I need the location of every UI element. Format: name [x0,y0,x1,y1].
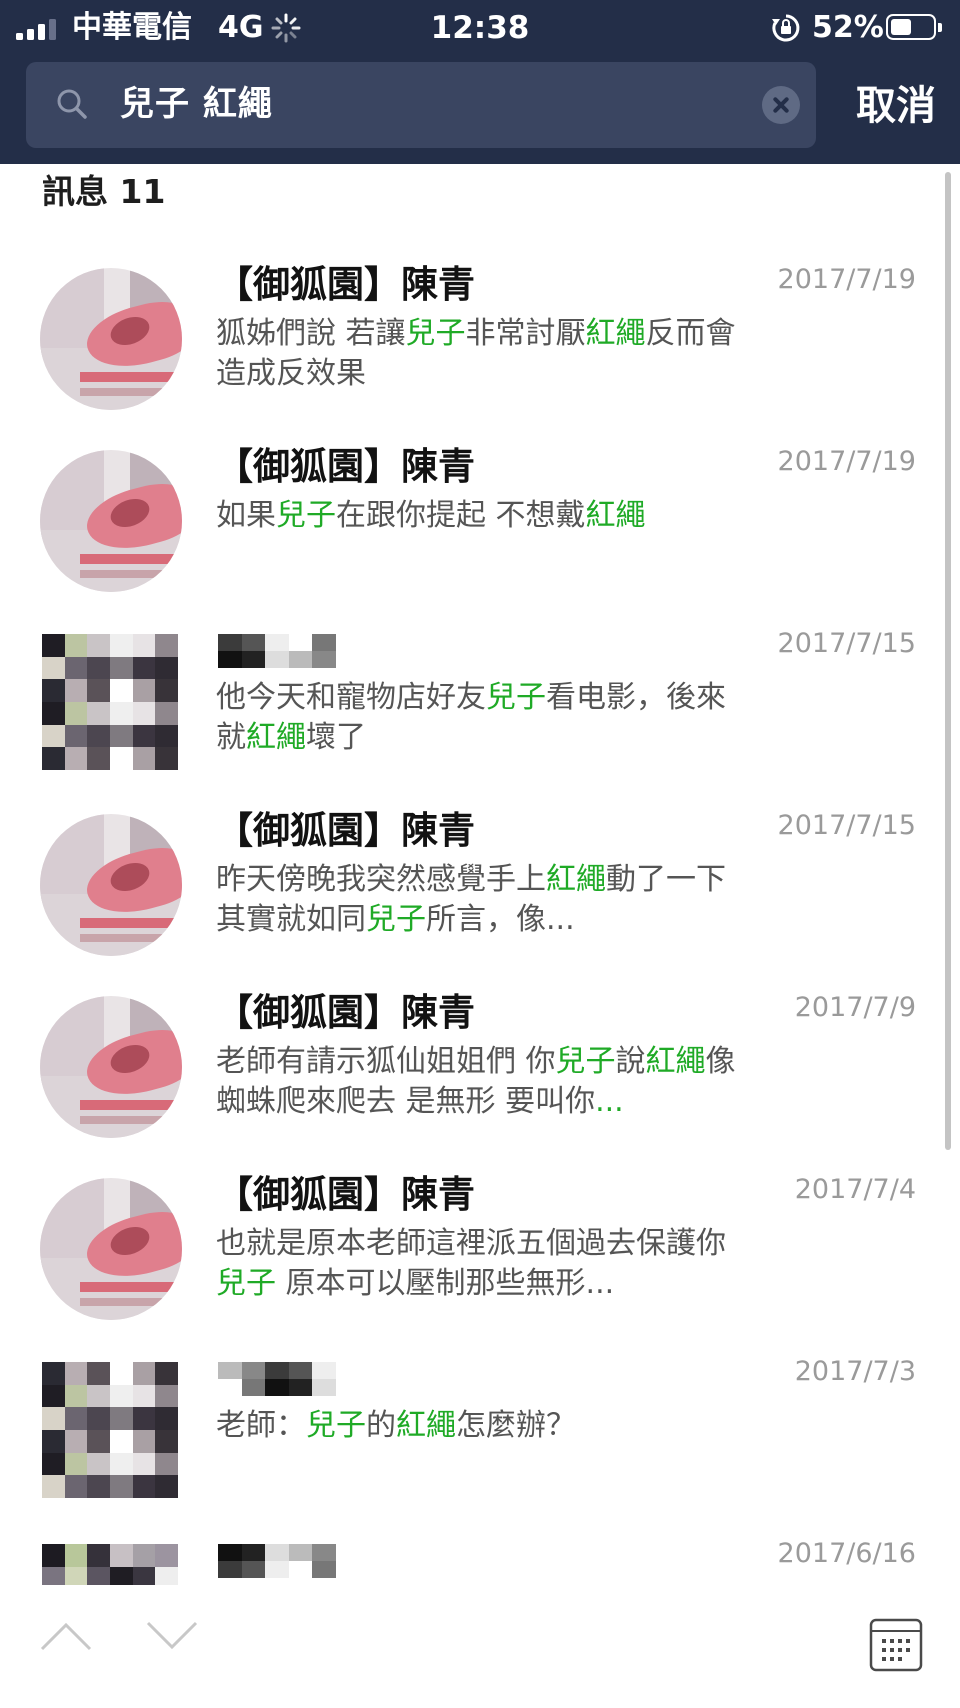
preview-text: 也就是原本老師這裡派五個過去保護你 [216,1226,726,1261]
sender-name: 【御狐園】陳青 [216,809,475,852]
keyword-highlight: 紅繩 [585,498,646,533]
preview-text: 原本可以壓制那些無形... [276,1266,615,1301]
preview-text: 非常討厭 [465,316,586,351]
search-query[interactable]: 兒子 紅繩 [120,80,273,128]
keyword-highlight: 兒子 [366,902,426,937]
avatar[interactable] [40,996,182,1138]
keyword-highlight: 兒子 [276,498,336,533]
avatar[interactable] [40,268,182,410]
battery-icon [886,14,942,40]
message-date: 2017/6/16 [777,1538,916,1569]
message-date: 2017/7/15 [777,810,916,841]
preview-text: 的 [366,1408,396,1443]
preview-text: 昨天傍晚我突然感覺手上 [216,862,546,897]
preview-text: 怎麼辦？ [456,1408,576,1443]
preview-text: 狐姊們說 若讓 [216,316,406,351]
top-bar: 中華電信 4G 12:38 52% 兒子 紅繩 取消 [0,0,960,164]
avatar[interactable] [42,1544,178,1585]
message-preview: 也就是原本老師這裡派五個過去保護你兒子 原本可以壓制那些無形... [216,1224,746,1304]
message-preview: 他今天和寵物店好友兒子看电影，後來就紅繩壞了 [216,678,746,758]
avatar[interactable] [40,814,182,956]
message-result-item[interactable]: 【御狐園】陳青 2017/7/19 如果兒子在跟你提起 不想戴紅繩 [0,422,940,604]
keyword-highlight: 紅繩 [246,720,306,755]
preview-text: 說 [615,1044,646,1079]
scrollbar[interactable] [945,172,951,1150]
message-preview: 狐姊們說 若讓兒子非常討厭紅繩反而會造成反效果 [216,314,746,394]
rotation-lock-icon [772,14,800,42]
keyword-highlight: 紅繩 [585,316,646,351]
message-date: 2017/7/15 [777,628,916,659]
sender-name: 【御狐園】陳青 [216,263,475,306]
battery-percentage: 52% [812,10,884,45]
calendar-icon[interactable] [868,1617,924,1673]
search-icon [57,89,87,119]
clear-search-icon[interactable] [762,86,800,124]
avatar[interactable] [40,1178,182,1320]
status-bar: 中華電信 4G 12:38 52% [0,0,960,56]
sender-name: 【御狐園】陳青 [216,445,475,488]
keyword-highlight: 紅繩 [546,862,606,897]
chevron-up-icon[interactable] [38,1615,94,1655]
keyword-highlight: 兒子 [555,1044,616,1079]
sender-name-redacted [218,1544,336,1578]
sender-name-redacted [218,1362,336,1396]
message-date: 2017/7/19 [777,264,916,295]
avatar[interactable] [42,1362,178,1498]
preview-text: 所言，像... [426,902,575,937]
cancel-button[interactable]: 取消 [840,76,952,136]
message-preview: 老師有請示狐仙姐姐們 你兒子說紅繩像蜘蛛爬來爬去 是無形 要叫你... [216,1042,746,1122]
sender-name: 【御狐園】陳青 [216,991,475,1034]
message-preview: 老師：兒子的紅繩怎麼辦？ [216,1406,746,1446]
message-results-list: 【御狐園】陳青 2017/7/19 狐姊們說 若讓兒子非常討厭紅繩反而會造成反效果【… [0,240,960,1585]
message-result-item[interactable]: 2017/6/16 [0,1514,940,1585]
search-field[interactable]: 兒子 紅繩 [26,62,816,148]
keyword-highlight: 兒子 [216,1266,276,1301]
sender-name-redacted [218,634,336,668]
message-result-item[interactable]: 2017/7/15 他今天和寵物店好友兒子看电影，後來就紅繩壞了 [0,604,940,786]
preview-text: 在跟你提起 不想戴 [336,498,586,533]
keyword-highlight: 紅繩 [645,1044,706,1079]
message-result-item[interactable]: 【御狐園】陳青 2017/7/15 昨天傍晚我突然感覺手上紅繩動了一下 其實就如同兒… [0,786,940,968]
message-result-item[interactable]: 2017/7/3 老師：兒子的紅繩怎麼辦？ [0,1332,940,1514]
preview-text: 他今天和寵物店好友 [216,680,486,715]
avatar[interactable] [42,634,178,770]
message-preview: 如果兒子在跟你提起 不想戴紅繩 [216,496,746,536]
message-result-item[interactable]: 【御狐園】陳青 2017/7/9 老師有請示狐仙姐姐們 你兒子說紅繩像蜘蛛爬來爬去 … [0,968,940,1150]
keyword-highlight: ... [595,1084,624,1119]
keyword-highlight: 兒子 [306,1408,366,1443]
message-result-item[interactable]: 【御狐園】陳青 2017/7/19 狐姊們說 若讓兒子非常討厭紅繩反而會造成反效果 [0,240,940,422]
preview-text: 老師有請示狐仙姐姐們 你 [216,1044,556,1079]
keyword-highlight: 紅繩 [396,1408,456,1443]
message-date: 2017/7/3 [794,1356,916,1387]
avatar[interactable] [40,450,182,592]
bottom-toolbar [0,1585,960,1708]
preview-text: 壞了 [306,720,366,755]
message-date: 2017/7/4 [794,1174,916,1205]
message-preview: 昨天傍晚我突然感覺手上紅繩動了一下 其實就如同兒子所言，像... [216,860,746,940]
message-result-item[interactable]: 【御狐園】陳青 2017/7/4 也就是原本老師這裡派五個過去保護你兒子 原本可以壓… [0,1150,940,1332]
chevron-down-icon[interactable] [144,1615,200,1655]
preview-text: 老師： [216,1408,306,1443]
message-date: 2017/7/19 [777,446,916,477]
message-date: 2017/7/9 [794,992,916,1023]
preview-text: 如果 [216,498,276,533]
keyword-highlight: 兒子 [486,680,546,715]
keyword-highlight: 兒子 [405,316,466,351]
sender-name: 【御狐園】陳青 [216,1173,475,1216]
results-section-header: 訊息 11 [42,172,166,211]
